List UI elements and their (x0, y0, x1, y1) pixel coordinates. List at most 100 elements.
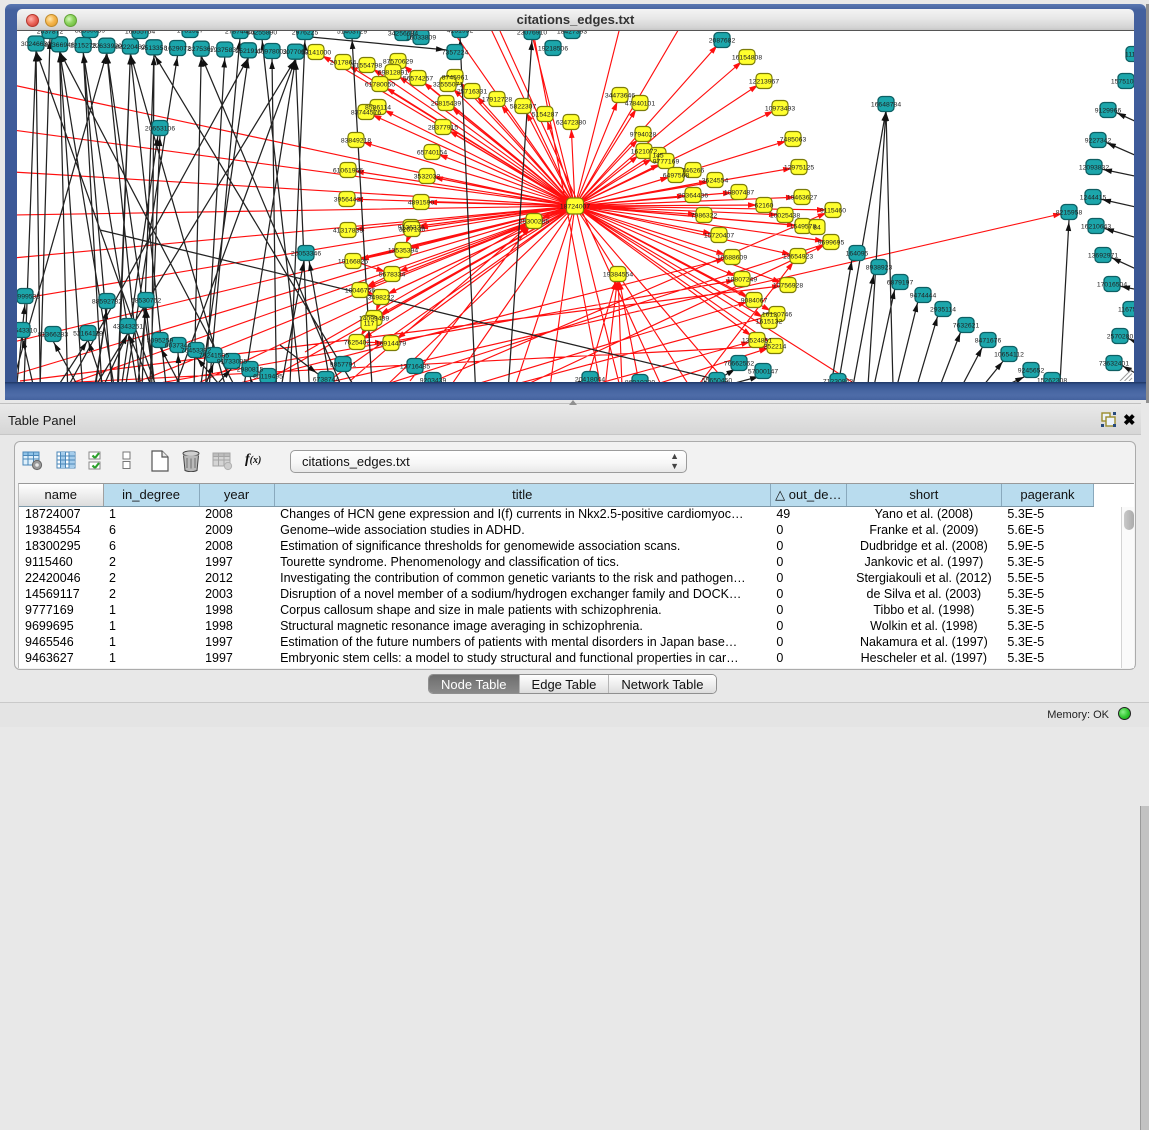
svg-text:20053346: 20053346 (291, 251, 321, 258)
svg-text:10688609: 10688609 (717, 255, 747, 262)
svg-text:20815439: 20815439 (431, 101, 461, 108)
svg-text:12093832: 12093832 (1079, 165, 1109, 172)
svg-text:12213967: 12213967 (749, 79, 779, 86)
svg-text:9203439: 9203439 (420, 378, 447, 383)
svg-text:19166825: 19166825 (338, 259, 368, 266)
svg-text:3498222: 3498222 (368, 295, 395, 302)
svg-text:65740154: 65740154 (417, 150, 447, 157)
svg-text:16154808: 16154808 (732, 55, 762, 62)
svg-text:11121: 11121 (1125, 52, 1134, 59)
svg-text:88592782: 88592782 (92, 299, 122, 306)
svg-text:252214: 252214 (764, 344, 787, 351)
svg-text:16655764: 16655764 (125, 31, 155, 36)
svg-text:18724007: 18724007 (560, 204, 590, 211)
svg-text:17016504: 17016504 (1097, 282, 1127, 289)
svg-text:83744576: 83744576 (351, 110, 381, 117)
svg-text:61780050: 61780050 (365, 82, 395, 89)
svg-text:10046766: 10046766 (345, 288, 375, 295)
svg-text:84: 84 (813, 225, 821, 232)
svg-text:16033809: 16033809 (406, 35, 436, 42)
svg-text:15720407: 15720407 (704, 233, 734, 240)
svg-text:2087682: 2087682 (709, 38, 736, 45)
svg-text:51554798: 51554798 (352, 63, 382, 70)
svg-text:6879197: 6879197 (887, 280, 914, 287)
svg-text:91733095: 91733095 (217, 359, 247, 366)
svg-text:16210643: 16210643 (1081, 224, 1111, 231)
svg-text:56574257: 56574257 (403, 76, 433, 83)
svg-text:15262308: 15262308 (1037, 378, 1067, 383)
svg-text:99141000: 99141000 (301, 50, 331, 57)
svg-text:55650450: 55650450 (702, 378, 732, 383)
svg-text:3624554: 3624554 (702, 178, 729, 185)
svg-text:13692971: 13692971 (1088, 253, 1118, 260)
svg-text:23076910: 23076910 (517, 31, 547, 37)
svg-text:41317839: 41317839 (333, 228, 363, 235)
svg-text:16914479: 16914479 (376, 341, 406, 348)
svg-text:3532032: 3532032 (414, 174, 441, 181)
svg-text:13535394: 13535394 (388, 248, 418, 255)
svg-text:61061966: 61061966 (333, 168, 363, 175)
svg-text:58530762: 58530762 (131, 298, 161, 305)
svg-text:10973493: 10973493 (765, 106, 795, 113)
svg-text:62160: 62160 (755, 203, 774, 210)
svg-text:5822307: 5822307 (510, 104, 537, 111)
svg-text:7625402: 7625402 (344, 340, 371, 347)
svg-text:51403729: 51403729 (337, 31, 367, 36)
svg-text:9245652: 9245652 (1018, 368, 1045, 375)
svg-text:6497568: 6497568 (663, 173, 690, 180)
svg-text:76662562: 76662562 (724, 361, 754, 368)
svg-text:10025438: 10025438 (770, 213, 800, 220)
svg-text:66255890: 66255890 (247, 31, 277, 37)
svg-text:9794028: 9794028 (630, 132, 657, 139)
svg-text:2570280: 2570280 (1107, 334, 1134, 341)
svg-text:8745961: 8745961 (442, 75, 469, 82)
svg-text:1781527: 1781527 (177, 31, 204, 35)
svg-text:1615132: 1615132 (756, 319, 783, 326)
svg-text:5154287: 5154287 (532, 112, 559, 119)
svg-text:13716485: 13716485 (400, 364, 430, 371)
svg-text:20364436: 20364436 (678, 193, 708, 200)
svg-text:8215958: 8215958 (1056, 210, 1083, 217)
svg-text:66119495: 66119495 (253, 374, 283, 381)
svg-text:8938923: 8938923 (866, 265, 893, 272)
svg-text:7632621: 7632621 (953, 323, 980, 330)
svg-text:9115460: 9115460 (820, 208, 846, 215)
svg-text:4151952: 4151952 (447, 31, 474, 35)
svg-text:52164119: 52164119 (73, 331, 103, 338)
svg-text:3956442: 3956442 (334, 197, 361, 204)
svg-text:2976225: 2976225 (292, 31, 319, 37)
svg-text:81366283: 81366283 (38, 332, 68, 339)
svg-text:5678334: 5678334 (379, 272, 406, 279)
svg-text:9084067: 9084067 (741, 298, 768, 305)
svg-text:8471676: 8471676 (975, 338, 1002, 345)
svg-text:9227342: 9227342 (1085, 138, 1112, 145)
svg-text:19384554: 19384554 (603, 272, 633, 279)
svg-text:9474444: 9474444 (910, 293, 937, 300)
svg-text:57000147: 57000147 (748, 369, 778, 376)
svg-text:17999533: 17999533 (17, 294, 40, 301)
svg-text:1244415: 1244415 (1080, 195, 1107, 202)
svg-text:2037872: 2037872 (37, 31, 64, 36)
svg-text:47840101: 47840101 (625, 101, 655, 108)
svg-text:7485063: 7485063 (780, 137, 807, 144)
svg-text:3267130: 3267130 (399, 227, 426, 234)
svg-text:71230843: 71230843 (823, 379, 853, 383)
svg-text:9777169: 9777169 (653, 159, 680, 166)
svg-text:7357224: 7357224 (442, 50, 469, 57)
svg-text:13654923: 13654923 (783, 254, 813, 261)
svg-text:28377915: 28377915 (428, 125, 458, 132)
svg-text:17912728: 17912728 (482, 97, 512, 104)
svg-text:117: 117 (364, 321, 375, 328)
svg-text:2980815: 2980815 (237, 367, 264, 374)
svg-text:9699695: 9699695 (818, 240, 845, 247)
svg-text:9857791: 9857791 (330, 362, 357, 369)
svg-text:10807487: 10807487 (724, 190, 754, 197)
svg-text:10654112: 10654112 (994, 352, 1024, 359)
svg-text:16648784: 16648784 (871, 102, 901, 109)
svg-text:25716331: 25716331 (457, 89, 487, 96)
svg-text:32555071: 32555071 (433, 82, 463, 89)
svg-text:19218506: 19218506 (538, 46, 568, 53)
svg-text:83849218: 83849218 (341, 138, 371, 145)
svg-text:16120746: 16120746 (762, 312, 792, 319)
svg-text:20653106: 20653106 (145, 126, 175, 133)
